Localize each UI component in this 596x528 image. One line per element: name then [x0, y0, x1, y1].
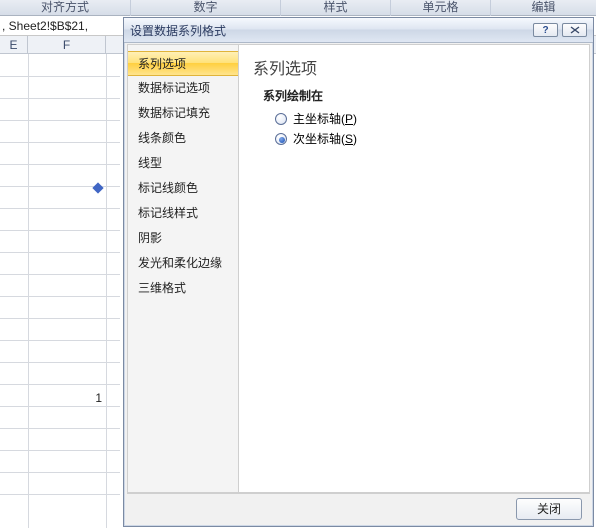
nav-line-color[interactable]: 线条颜色 [128, 126, 238, 151]
help-icon: ? [542, 25, 548, 36]
dialog-footer: 关闭 [127, 493, 590, 523]
nav-label: 线条颜色 [138, 131, 186, 145]
nav-label: 阴影 [138, 231, 162, 245]
ribbon-group-edit[interactable]: 编辑 [490, 0, 596, 16]
nav-label: 线型 [138, 156, 162, 170]
ribbon: 对齐方式 数字 样式 单元格 编辑 [0, 0, 596, 16]
close-dialog-button[interactable]: 关闭 [516, 498, 582, 520]
column-header-f[interactable]: F [28, 36, 106, 54]
nav-label: 标记线颜色 [138, 181, 198, 195]
radio-secondary-axis[interactable]: 次坐标轴(S) [275, 130, 575, 147]
grid-lines [0, 54, 120, 528]
ribbon-group-label: 编辑 [531, 0, 555, 14]
radio-icon [275, 113, 287, 125]
nav-label: 标记线样式 [138, 206, 198, 220]
close-button[interactable] [562, 23, 587, 37]
nav-marker-line-color[interactable]: 标记线颜色 [128, 176, 238, 201]
ribbon-group-cells[interactable]: 单元格 [390, 0, 490, 16]
button-label: 关闭 [537, 502, 561, 516]
nav-shadow[interactable]: 阴影 [128, 226, 238, 251]
ribbon-group-style[interactable]: 样式 [280, 0, 390, 16]
radio-label: 主坐标轴(P) [293, 110, 357, 127]
format-data-series-dialog: 设置数据系列格式 ? 系列选项 数据标记选项 数据标记填充 线条颜色 线型 标记… [123, 17, 594, 527]
radio-icon [275, 133, 287, 145]
nav-label: 数据标记选项 [138, 81, 210, 95]
nav-label: 数据标记填充 [138, 106, 210, 120]
nav-label: 系列选项 [138, 57, 186, 71]
nav-line-style[interactable]: 线型 [128, 151, 238, 176]
ribbon-group-align[interactable]: 对齐方式 [0, 0, 130, 16]
nav-glow[interactable]: 发光和柔化边缘 [128, 251, 238, 276]
nav-3d[interactable]: 三维格式 [128, 276, 238, 301]
ribbon-group-label: 对齐方式 [41, 0, 89, 14]
nav-label: 发光和柔化边缘 [138, 256, 222, 270]
ribbon-group-label: 单元格 [422, 0, 458, 14]
formula-bar-text: , Sheet2!$B$21, [2, 19, 88, 33]
nav-marker-options[interactable]: 数据标记选项 [128, 76, 238, 101]
content-heading: 系列选项 [253, 55, 575, 79]
help-button[interactable]: ? [533, 23, 558, 37]
content-subheading: 系列绘制在 [263, 87, 575, 104]
column-header-e[interactable]: E [0, 36, 28, 54]
ribbon-group-label: 样式 [323, 0, 347, 14]
close-icon [570, 26, 580, 34]
nav-series-options[interactable]: 系列选项 [128, 51, 238, 76]
dialog-titlebar[interactable]: 设置数据系列格式 ? [124, 18, 593, 43]
ribbon-group-label: 数字 [193, 0, 217, 14]
dialog-content: 系列选项 系列绘制在 主坐标轴(P) 次坐标轴(S) [238, 44, 590, 493]
radio-label: 次坐标轴(S) [293, 130, 357, 147]
nav-label: 三维格式 [138, 281, 186, 295]
radio-primary-axis[interactable]: 主坐标轴(P) [275, 110, 575, 127]
nav-marker-line-style[interactable]: 标记线样式 [128, 201, 238, 226]
nav-marker-fill[interactable]: 数据标记填充 [128, 101, 238, 126]
dialog-title: 设置数据系列格式 [130, 22, 529, 39]
cell-value[interactable]: 1 [28, 391, 102, 405]
ribbon-group-number[interactable]: 数字 [130, 0, 280, 16]
dialog-nav: 系列选项 数据标记选项 数据标记填充 线条颜色 线型 标记线颜色 标记线样式 阴… [127, 44, 238, 493]
